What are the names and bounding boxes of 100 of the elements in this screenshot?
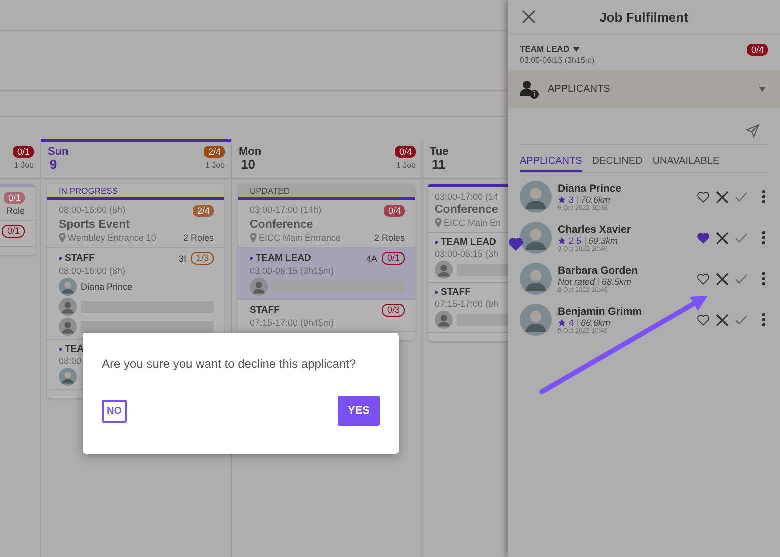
- dot-icon: [435, 241, 438, 244]
- count-badge: 0/1: [382, 252, 405, 265]
- heart-icon[interactable]: [697, 314, 710, 326]
- caret-icon[interactable]: [572, 46, 580, 52]
- count-badge: 0/3: [382, 304, 405, 317]
- count-badge: 2/4: [193, 205, 214, 217]
- job-location: EICC Main En: [444, 218, 502, 228]
- more-icon[interactable]: [762, 313, 766, 327]
- role-code: 3I: [178, 254, 186, 264]
- close-icon[interactable]: [716, 232, 729, 244]
- role-name: STAFF: [250, 305, 280, 316]
- role-name: TEAM LEAD: [256, 253, 312, 264]
- pin-icon: [250, 233, 257, 243]
- avatar: [520, 304, 552, 336]
- rating-value: Not rated: [558, 276, 596, 286]
- roles-count: 2 Roles: [183, 233, 214, 243]
- heart-icon[interactable]: [508, 237, 524, 251]
- jobs-count: 1 Job: [14, 161, 34, 170]
- job-card[interactable]: 03:00-17:00 (14 Conference EICC Main En TEAM LEAD 03:00-06:15 (3h STAFF 07:15-17:00 (9h: [428, 184, 508, 341]
- star-icon: [558, 196, 566, 204]
- count-badge: 1/3: [191, 252, 214, 265]
- job-title: Conference: [435, 204, 500, 216]
- more-icon[interactable]: [762, 272, 766, 286]
- caret-icon[interactable]: [759, 87, 766, 92]
- count-badge: 0/1: [13, 146, 34, 158]
- weekday-label: Sun: [48, 146, 69, 158]
- tab[interactable]: APPLICANTS: [520, 155, 582, 172]
- role-row[interactable]: 0/1: [0, 221, 35, 247]
- role-selector[interactable]: TEAM LEAD: [520, 44, 570, 54]
- staff-name: Diana Prince: [81, 282, 133, 292]
- rating-value: 4: [569, 318, 574, 328]
- role-time: 07:15-17:00 (9h45m): [250, 318, 334, 328]
- role-name: TEA: [65, 344, 84, 355]
- star-icon: [558, 236, 566, 244]
- job-title: Conference: [250, 219, 314, 231]
- check-icon[interactable]: [735, 192, 748, 202]
- cancel-button[interactable]: NO: [102, 400, 127, 422]
- check-icon[interactable]: [735, 315, 748, 325]
- close-icon[interactable]: [522, 10, 536, 24]
- role-name: STAFF: [441, 287, 471, 298]
- job-card[interactable]: UPDATED 03:00-17:00 (14h) 0/4 Conference EICC Main Entrance 2 Roles TEAM LEAD 4A 0/1 03:00-06:15 (3h15m) STAFF 0/3 07:15-17:00 (9h45m): [238, 184, 415, 340]
- jobs-count: 1 Job: [205, 161, 225, 170]
- send-icon[interactable]: [746, 124, 760, 138]
- role-row[interactable]: STAFF 0/3 07:15-17:00 (9h45m): [238, 300, 415, 332]
- job-card[interactable]: 0/1 Role 0/1: [0, 184, 35, 255]
- pin-icon: [59, 233, 66, 243]
- person-icon: [59, 298, 77, 316]
- roles-count: Role: [6, 206, 25, 216]
- weekday-label: Mon: [239, 146, 262, 158]
- tab[interactable]: UNAVAILABLE: [652, 155, 720, 172]
- more-icon[interactable]: [762, 190, 766, 204]
- heart-icon[interactable]: [697, 232, 710, 244]
- dot-icon: [435, 291, 438, 294]
- role-time: 03:00-06:15 (3h15m): [520, 56, 595, 65]
- applicant-name: Barbara Gorden: [558, 264, 639, 276]
- tab[interactable]: DECLINED: [592, 155, 643, 172]
- count-badge: 0/4: [395, 146, 416, 158]
- role-name: TEAM LEAD: [441, 237, 496, 248]
- heart-icon[interactable]: [697, 273, 710, 285]
- count-badge: 0/4: [747, 44, 768, 56]
- count-badge: 2/4: [204, 146, 225, 158]
- person-icon: [435, 261, 453, 279]
- confirm-button[interactable]: YES: [338, 396, 380, 426]
- heart-icon[interactable]: [697, 191, 710, 203]
- avatar: [59, 278, 77, 296]
- avatar: [520, 181, 552, 213]
- close-icon[interactable]: [716, 314, 729, 326]
- status-bar: IN PROGRESS: [47, 184, 224, 200]
- check-icon[interactable]: [735, 274, 748, 284]
- day-header[interactable]: Mon 10 0/4 1 Job: [232, 139, 422, 179]
- distance: 69.3km: [588, 236, 618, 246]
- distance: 70.6km: [581, 194, 611, 204]
- dot-icon: [59, 348, 62, 351]
- applicant-name: Diana Prince: [558, 182, 623, 194]
- job-time: 03:00-17:00 (14: [435, 192, 499, 202]
- person-icon: [59, 318, 77, 336]
- panel-title: Job Fulfilment: [598, 10, 690, 24]
- status-bar: UPDATED: [238, 184, 415, 200]
- job-location: EICC Main Entrance: [259, 233, 342, 243]
- job-title: Sports Event: [59, 219, 131, 231]
- check-icon[interactable]: [735, 233, 748, 243]
- avatar: [59, 368, 77, 386]
- distance: 66.6km: [581, 318, 611, 328]
- weekday-label: Tue: [430, 146, 449, 158]
- role-time: 08:00-16:00 (8h): [59, 266, 126, 276]
- more-icon[interactable]: [762, 231, 766, 245]
- count-badge: 0/1: [2, 225, 25, 238]
- day-header[interactable]: Sun 9 2/4 1 Job: [41, 139, 231, 179]
- avatar: [520, 222, 552, 254]
- close-icon[interactable]: [716, 272, 729, 286]
- dot-icon: [250, 257, 253, 260]
- person-icon: [250, 278, 268, 296]
- dot-icon: [59, 257, 62, 260]
- role-row[interactable]: TEAM LEAD 4A 0/1 03:00-06:15 (3h15m): [238, 248, 415, 300]
- close-icon[interactable]: [716, 190, 729, 204]
- job-time: 08:00-16:00 (8h): [59, 205, 126, 215]
- section-header[interactable]: APPLICANTS: [508, 71, 780, 108]
- day-header[interactable]: 0/1 1 Job: [0, 139, 40, 179]
- star-icon: [558, 318, 566, 326]
- avatar: [520, 263, 552, 295]
